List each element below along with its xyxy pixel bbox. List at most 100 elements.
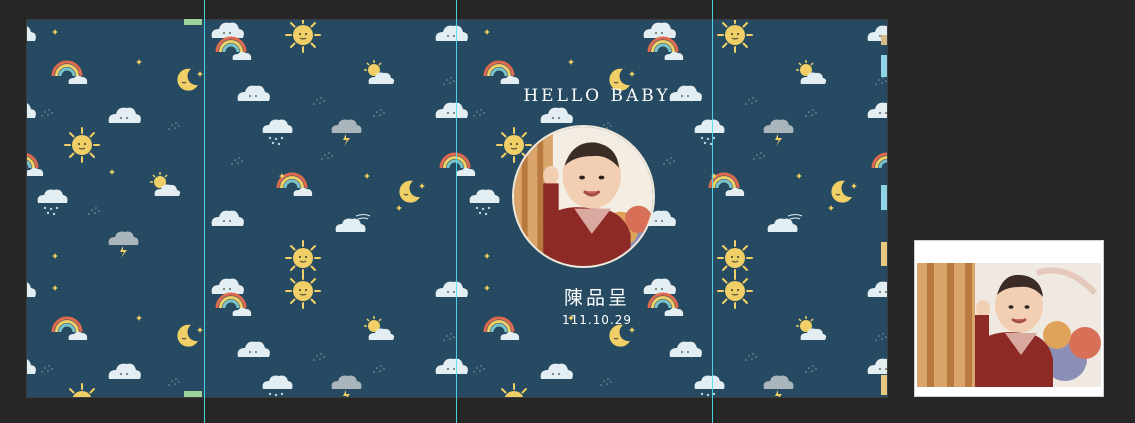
dots-icon xyxy=(88,207,100,215)
cloud-icon xyxy=(108,363,141,379)
edge-mark xyxy=(881,35,887,45)
cloud-icon xyxy=(867,102,887,118)
rainbow-icon xyxy=(439,152,477,178)
cloud-sun-icon xyxy=(363,315,395,341)
star-icon xyxy=(364,173,370,179)
baby-photo-circle[interactable] xyxy=(512,125,655,268)
dots-icon xyxy=(805,109,817,117)
dots-icon xyxy=(473,365,485,373)
cloud-icon xyxy=(27,102,36,118)
cloud-icon xyxy=(237,341,270,357)
cloud-icon xyxy=(27,281,36,297)
sun-icon xyxy=(717,20,753,53)
edge-mark xyxy=(881,375,887,395)
moon-icon xyxy=(830,180,858,204)
rain-cloud-icon xyxy=(694,119,725,146)
rain-cloud-icon xyxy=(469,189,500,216)
hello-baby-title[interactable]: HELLO BABY xyxy=(497,86,697,106)
rainbow-icon xyxy=(276,172,314,198)
guide-line[interactable] xyxy=(456,0,457,423)
rainbow-icon xyxy=(483,60,521,86)
cloud-icon xyxy=(237,85,270,101)
cloud-icon xyxy=(211,22,244,38)
thunder-cloud-icon xyxy=(331,119,362,146)
wind-cloud-icon xyxy=(335,214,371,233)
baby-portrait-image xyxy=(514,127,653,266)
edge-mark xyxy=(881,55,887,77)
star-icon xyxy=(109,169,115,175)
guide-line[interactable] xyxy=(204,0,205,423)
dots-icon xyxy=(600,378,612,386)
star-icon xyxy=(52,253,58,259)
star-icon xyxy=(484,253,490,259)
sun-icon xyxy=(496,383,532,397)
moon-icon xyxy=(608,324,636,348)
cloud-icon xyxy=(669,341,702,357)
edge-mark xyxy=(881,242,887,266)
moon-icon xyxy=(176,68,204,92)
sun-icon xyxy=(64,127,100,163)
rainbow-icon xyxy=(215,292,253,318)
sun-icon xyxy=(717,273,753,309)
star-icon xyxy=(136,315,142,321)
cloud-icon xyxy=(643,22,676,38)
dots-icon xyxy=(41,365,53,373)
dots-icon xyxy=(753,152,765,160)
baby-name[interactable]: 陳品呈 xyxy=(497,283,697,310)
sun-icon xyxy=(285,273,321,309)
star-icon xyxy=(136,59,142,65)
dots-icon xyxy=(805,365,817,373)
cloud-icon xyxy=(435,358,468,374)
cloud-icon xyxy=(540,107,573,123)
dots-icon xyxy=(373,109,385,117)
cloud-icon xyxy=(540,363,573,379)
rainbow-icon xyxy=(51,316,89,342)
cloud-icon xyxy=(435,102,468,118)
dots-icon xyxy=(313,353,325,361)
dots-icon xyxy=(373,365,385,373)
edge-mark xyxy=(184,19,202,25)
cloud-icon xyxy=(27,25,36,41)
preview-thumbnail[interactable] xyxy=(914,240,1104,397)
dots-icon xyxy=(663,157,675,165)
cloud-icon xyxy=(108,107,141,123)
cloud-icon xyxy=(867,281,887,297)
dots-icon xyxy=(443,77,455,85)
dots-icon xyxy=(745,97,757,105)
cloud-sun-icon xyxy=(363,59,395,85)
dots-icon xyxy=(875,333,887,341)
star-icon xyxy=(484,285,490,291)
star-icon xyxy=(52,29,58,35)
rain-cloud-icon xyxy=(262,375,293,397)
cloud-icon xyxy=(867,358,887,374)
dots-icon xyxy=(443,333,455,341)
preview-photo xyxy=(917,263,1101,387)
thunder-cloud-icon xyxy=(763,119,794,146)
sky-pattern xyxy=(27,20,887,397)
cloud-sun-icon xyxy=(149,171,181,197)
dots-icon xyxy=(875,77,887,85)
sun-icon xyxy=(717,240,753,276)
moon-icon xyxy=(398,180,426,204)
dots-icon xyxy=(745,353,757,361)
edge-mark xyxy=(881,185,887,210)
cloud-icon xyxy=(211,278,244,294)
design-canvas[interactable]: HELLO BABY 陳品呈 111.10.29 xyxy=(26,19,888,398)
dots-icon xyxy=(473,109,485,117)
cloud-icon xyxy=(211,210,244,226)
star-icon xyxy=(568,59,574,65)
guide-line[interactable] xyxy=(712,0,713,423)
rainbow-icon xyxy=(51,60,89,86)
sun-icon xyxy=(285,20,321,53)
dots-icon xyxy=(168,122,180,130)
rain-cloud-icon xyxy=(694,375,725,397)
dots-icon xyxy=(313,97,325,105)
rainbow-icon xyxy=(871,152,887,178)
workspace: HELLO BABY 陳品呈 111.10.29 xyxy=(0,0,1135,423)
thunder-cloud-icon xyxy=(331,375,362,397)
thunder-cloud-icon xyxy=(763,375,794,397)
birth-date[interactable]: 111.10.29 xyxy=(497,313,697,327)
rain-cloud-icon xyxy=(37,189,68,216)
star-icon xyxy=(396,205,402,211)
dots-icon xyxy=(168,378,180,386)
